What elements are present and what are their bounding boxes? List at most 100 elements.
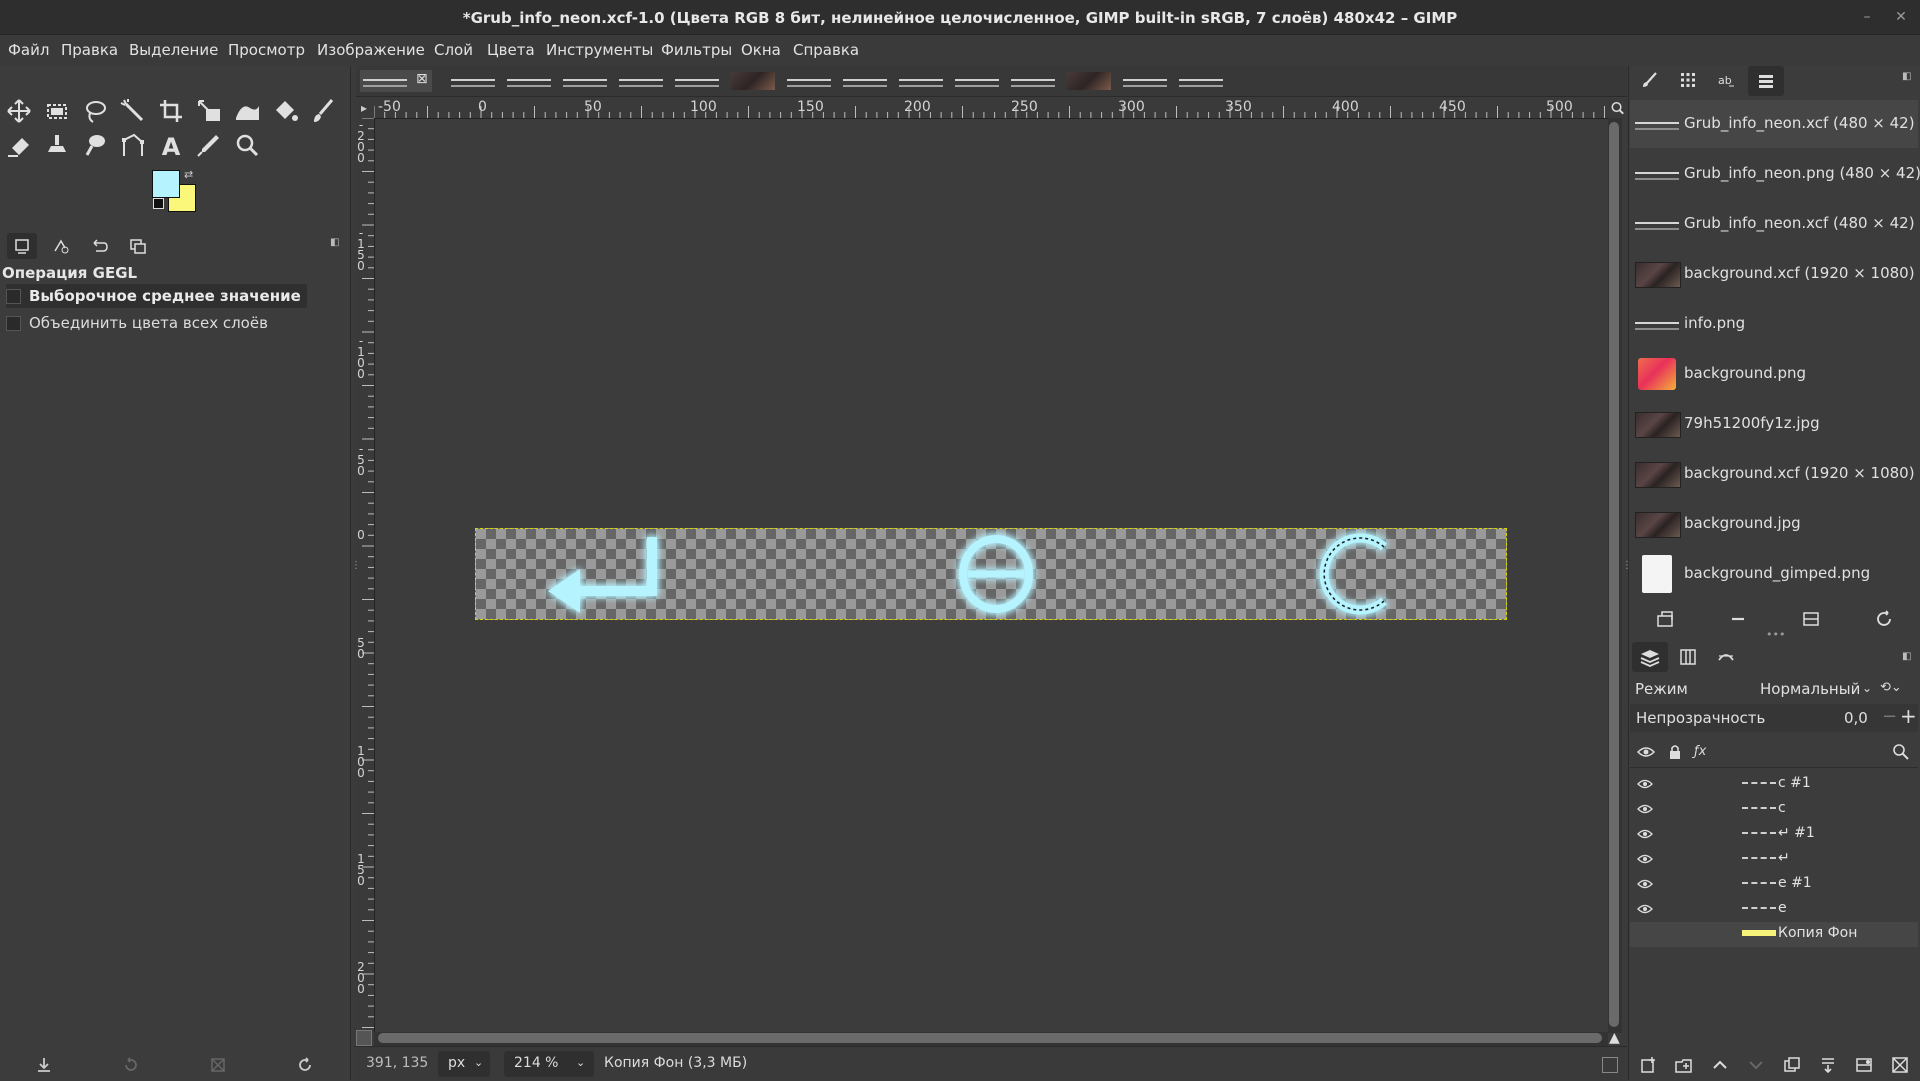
- menu-layer[interactable]: Слой: [434, 41, 473, 59]
- image-list-item[interactable]: background.xcf (1920 × 1080): [1630, 450, 1918, 498]
- image-tab[interactable]: [1064, 70, 1114, 92]
- menu-tools[interactable]: Инструменты: [546, 41, 653, 59]
- image-tab[interactable]: [616, 70, 666, 92]
- mode-reset-icon[interactable]: ⟲⌄: [1880, 680, 1902, 695]
- tab-undo-history[interactable]: [84, 233, 114, 259]
- checkbox[interactable]: [6, 288, 21, 304]
- tab-device-status[interactable]: [46, 233, 76, 259]
- paths-tab-icon[interactable]: [1715, 646, 1737, 668]
- image-tab[interactable]: [840, 70, 890, 92]
- ruler-corner-icon[interactable]: ▸: [354, 98, 374, 118]
- smudge-tool-icon[interactable]: [80, 130, 110, 160]
- image-tab[interactable]: [1008, 70, 1058, 92]
- status-menu-icon[interactable]: [1602, 1057, 1618, 1073]
- image-list-item[interactable]: 79h51200fy1z.jpg: [1630, 400, 1918, 448]
- menu-view[interactable]: Просмотр: [228, 41, 305, 59]
- visibility-eye-icon[interactable]: [1637, 801, 1653, 817]
- layer-row[interactable]: ↵: [1630, 847, 1918, 872]
- image-tab[interactable]: [672, 70, 722, 92]
- duplicate-layer-icon[interactable]: [1781, 1054, 1803, 1076]
- close-tab-icon[interactable]: ⊠: [416, 71, 428, 87]
- visibility-eye-icon[interactable]: [1637, 826, 1653, 842]
- new-group-icon[interactable]: [1673, 1054, 1695, 1076]
- image-tab-active[interactable]: ⊠: [360, 70, 432, 92]
- visibility-eye-icon[interactable]: [1637, 901, 1653, 917]
- zoom-tool-icon[interactable]: [232, 130, 262, 160]
- image-list-item[interactable]: Grub_info_neon.png (480 × 42): [1630, 150, 1920, 198]
- layer-row[interactable]: e: [1630, 897, 1918, 922]
- dock-menu-icon[interactable]: ◧: [1902, 71, 1911, 82]
- mode-select[interactable]: Нормальный ⌄: [1752, 676, 1878, 702]
- option-merge-all-layers[interactable]: Объединить цвета всех слоёв: [6, 311, 268, 335]
- minimize-button[interactable]: –: [1858, 8, 1876, 26]
- clone-tool-icon[interactable]: [42, 130, 72, 160]
- horizontal-ruler[interactable]: -50 0 50 100 150 200 250 300 350 400 450…: [374, 98, 1608, 119]
- reset-options-icon[interactable]: [294, 1054, 316, 1076]
- bucket-fill-tool-icon[interactable]: [270, 96, 300, 126]
- image-list-item[interactable]: Grub_info_neon.xcf (480 × 42): [1630, 100, 1918, 148]
- visibility-eye-icon[interactable]: [1637, 926, 1653, 942]
- new-display-icon[interactable]: [1800, 608, 1822, 630]
- swap-colors-icon[interactable]: ⇄: [184, 168, 193, 181]
- decrease-icon[interactable]: −: [1882, 706, 1897, 727]
- eraser-tool-icon[interactable]: [4, 130, 34, 160]
- layer-row[interactable]: ↵ #1: [1630, 822, 1918, 847]
- unit-select[interactable]: px ⌄: [438, 1051, 490, 1077]
- paths-tool-icon[interactable]: [118, 130, 148, 160]
- vertical-ruler[interactable]: -200 -150 -100 -50 0 50 100 150 200: [354, 118, 375, 1033]
- navigate-icon[interactable]: ▲: [1609, 1030, 1620, 1046]
- zoom-navigate-icon[interactable]: [1608, 98, 1627, 118]
- scale-tool-icon[interactable]: [194, 96, 224, 126]
- visibility-eye-icon[interactable]: [1637, 851, 1653, 867]
- effects-header-icon[interactable]: ƒx: [1694, 744, 1706, 759]
- image-list-item[interactable]: background.png: [1630, 350, 1918, 398]
- visibility-eye-icon[interactable]: [1637, 776, 1653, 792]
- fuzzy-select-tool-icon[interactable]: [118, 96, 148, 126]
- lock-header-icon[interactable]: [1664, 741, 1686, 763]
- delete-preset-icon[interactable]: [207, 1054, 229, 1076]
- menu-help[interactable]: Справка: [793, 41, 859, 59]
- foreground-color-swatch[interactable]: [152, 170, 180, 198]
- lower-layer-icon[interactable]: [1745, 1054, 1767, 1076]
- move-tool-icon[interactable]: [4, 96, 34, 126]
- panel-resize-handle[interactable]: •••: [1766, 628, 1785, 641]
- brushes-tab-icon[interactable]: [1639, 69, 1661, 91]
- image-tab[interactable]: [728, 70, 778, 92]
- restore-preset-icon[interactable]: [120, 1054, 142, 1076]
- merge-down-icon[interactable]: [1817, 1054, 1839, 1076]
- image-tab[interactable]: [896, 70, 946, 92]
- dock-menu-icon[interactable]: ◧: [1902, 651, 1911, 662]
- paintbrush-tool-icon[interactable]: [308, 96, 338, 126]
- dock-resize-handle[interactable]: ⋮: [351, 560, 361, 571]
- image-list-item[interactable]: Grub_info_neon.xcf (480 × 42): [1630, 200, 1918, 248]
- image-tab[interactable]: [448, 70, 498, 92]
- tab-images[interactable]: [122, 233, 152, 259]
- image-list-item[interactable]: background_gimped.png: [1630, 550, 1918, 598]
- checkbox[interactable]: [6, 315, 21, 331]
- image-tab[interactable]: [784, 70, 834, 92]
- image-tab[interactable]: [1120, 70, 1170, 92]
- zoom-select[interactable]: 214 % ⌄: [504, 1051, 594, 1077]
- channels-tab-icon[interactable]: [1677, 646, 1699, 668]
- lasso-tool-icon[interactable]: [80, 96, 110, 126]
- menu-colors[interactable]: Цвета: [487, 41, 535, 59]
- image-list-item[interactable]: background.jpg: [1630, 500, 1918, 548]
- menu-edit[interactable]: Правка: [61, 41, 118, 59]
- delete-layer-icon[interactable]: [1889, 1054, 1911, 1076]
- dock-menu-icon[interactable]: ◧: [330, 237, 339, 248]
- layer-row[interactable]: e #1: [1630, 872, 1918, 897]
- default-colors-icon[interactable]: [153, 198, 164, 209]
- layer-row[interactable]: c #1: [1630, 772, 1918, 797]
- delete-image-icon[interactable]: [1727, 608, 1749, 630]
- eye-header-icon[interactable]: [1635, 741, 1657, 763]
- menu-windows[interactable]: Окна: [741, 41, 781, 59]
- horizontal-scroll-thumb[interactable]: [378, 1033, 1602, 1043]
- visibility-eye-icon[interactable]: [1637, 876, 1653, 892]
- image-canvas[interactable]: [475, 528, 1507, 620]
- opacity-slider[interactable]: Непрозрачность 0,0 − +: [1630, 704, 1918, 732]
- menu-image[interactable]: Изображение: [317, 41, 425, 59]
- image-tab[interactable]: [952, 70, 1002, 92]
- crop-tool-icon[interactable]: [156, 96, 186, 126]
- color-picker-tool-icon[interactable]: [194, 130, 224, 160]
- save-preset-icon[interactable]: [33, 1054, 55, 1076]
